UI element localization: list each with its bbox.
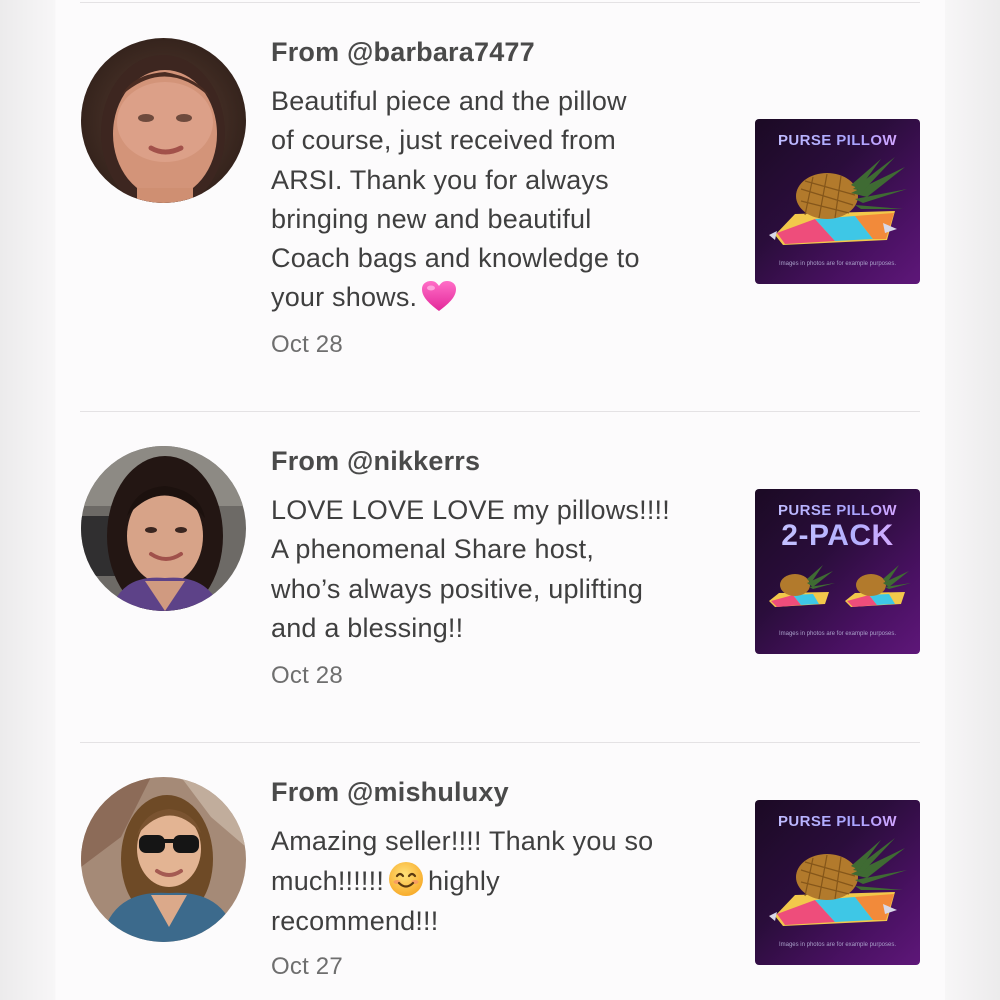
review-text-line: of course, just received from	[271, 125, 616, 156]
review-text-line: much!!!!!! highly	[271, 861, 721, 901]
avatar[interactable]	[81, 777, 246, 942]
review-text-line: A phenomenal Share host,	[271, 534, 595, 565]
review-text-line: your shows.	[271, 278, 721, 317]
product-disclaimer: Images in photos are for example purpose…	[778, 631, 897, 637]
review-text-line: and a blessing!!	[271, 612, 464, 643]
avatar[interactable]	[81, 446, 246, 611]
divider	[80, 2, 920, 3]
review-text-segment: your shows.	[271, 282, 418, 313]
pineapple-pillow-pair-icon	[769, 565, 911, 607]
review-text-line: who’s always positive, uplifting	[271, 573, 644, 604]
review-text: Amazing seller!!!! Thank you so much!!!!…	[271, 822, 721, 941]
review-text-line: LOVE LOVE LOVE my pillows!!!!	[271, 495, 670, 525]
pineapple-pillow-icon	[769, 157, 907, 245]
review-text-line: ARSI. Thank you for always	[271, 164, 609, 195]
divider	[80, 411, 920, 412]
heart-emoji-icon	[421, 280, 457, 312]
review-text-line: recommend!!!	[271, 905, 439, 936]
product-thumbnail[interactable]: PURSE PILLOW Images in photos are for ex…	[755, 800, 920, 965]
review-text-line: Coach bags and knowledge to	[271, 243, 640, 274]
review-text-line: Beautiful piece and the pillow	[271, 86, 627, 116]
smiling-face-emoji-icon	[388, 861, 424, 897]
avatar[interactable]	[81, 38, 246, 203]
review-text-segment: highly	[428, 866, 500, 897]
divider	[80, 742, 920, 743]
review-date: Oct 28	[271, 662, 343, 689]
product-disclaimer: Images in photos are for example purpose…	[778, 942, 897, 948]
review-text-line: bringing new and beautiful	[271, 203, 592, 234]
review-date: Oct 28	[271, 331, 343, 358]
review-author[interactable]: From @nikkerrs	[271, 446, 480, 477]
product-disclaimer: Images in photos are for example purpose…	[778, 261, 897, 267]
review-text-line: Amazing seller!!!! Thank you so	[271, 826, 654, 856]
product-thumbnail[interactable]: PURSE PILLOW 2-PACK Images in photos are…	[755, 489, 920, 654]
review-author[interactable]: From @mishuluxy	[271, 777, 509, 808]
review-text: Beautiful piece and the pillow of course…	[271, 82, 721, 318]
pineapple-pillow-icon	[769, 838, 907, 926]
reviews-page: From @barbara7477 Beautiful piece and th…	[0, 0, 1000, 1000]
review-text-segment: much!!!!!!	[271, 866, 385, 897]
review-author[interactable]: From @barbara7477	[271, 37, 535, 68]
review-text: LOVE LOVE LOVE my pillows!!!! A phenomen…	[271, 491, 721, 648]
review-date: Oct 27	[271, 953, 343, 980]
product-thumbnail[interactable]: PURSE PILLOW Images in photos are for ex…	[755, 119, 920, 284]
